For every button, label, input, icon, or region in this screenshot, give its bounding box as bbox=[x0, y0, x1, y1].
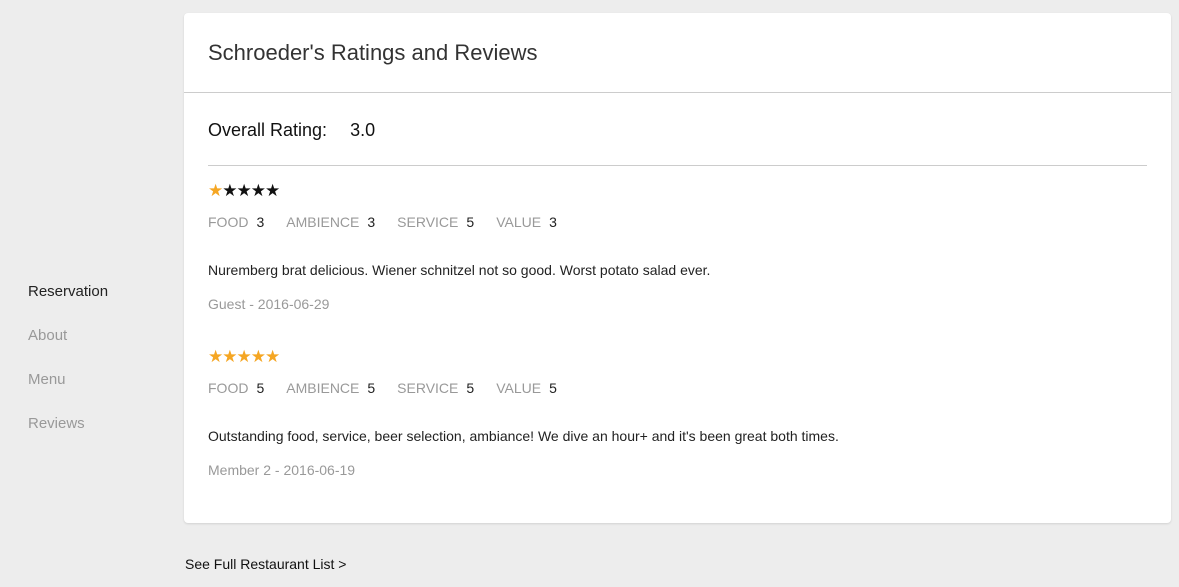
rating-value-label: VALUE bbox=[496, 214, 542, 230]
nav-menu[interactable]: Menu bbox=[28, 371, 108, 415]
rating-value-label: VALUE bbox=[496, 380, 542, 396]
star-icon: ★ bbox=[236, 347, 252, 366]
review-text: Outstanding food, service, beer selectio… bbox=[208, 428, 839, 444]
review-author-date: Guest - 2016-06-29 bbox=[208, 296, 330, 312]
review-item: ★★★★★ FOOD 5 AMBIENCE 5 SERVICE 5 VALUE 5 Outstan… bbox=[208, 332, 1147, 498]
star-icon: ★ bbox=[222, 347, 237, 366]
card-header: Schroeder's Ratings and Reviews bbox=[184, 13, 1171, 93]
rating-ambience: AMBIENCE 5 bbox=[286, 380, 375, 396]
star-rating: ★★★★★ bbox=[208, 347, 1147, 367]
sidebar-nav: Reservation About Menu Reviews bbox=[28, 283, 108, 459]
overall-rating: Overall Rating: 3.0 bbox=[208, 93, 1147, 166]
star-icon: ★ bbox=[236, 181, 252, 200]
rating-service-label: SERVICE bbox=[397, 214, 459, 230]
rating-food-value: 3 bbox=[256, 214, 265, 230]
review-author-date: Member 2 - 2016-06-19 bbox=[208, 462, 356, 478]
rating-food-label: FOOD bbox=[208, 380, 249, 396]
rating-ambience-label: AMBIENCE bbox=[286, 380, 360, 396]
rating-food-value: 5 bbox=[256, 380, 265, 396]
rating-value: VALUE 5 bbox=[496, 380, 557, 396]
rating-value-value: 3 bbox=[549, 214, 557, 230]
rating-food-label: FOOD bbox=[208, 214, 249, 230]
star-icon: ★ bbox=[250, 347, 266, 366]
star-icon: ★ bbox=[208, 181, 223, 200]
see-full-restaurant-list-link[interactable]: See Full Restaurant List > bbox=[185, 556, 346, 572]
review-text: Nuremberg brat delicious. Wiener schnitz… bbox=[208, 262, 711, 278]
rating-value: VALUE 3 bbox=[496, 214, 557, 230]
rating-ambience-label: AMBIENCE bbox=[286, 214, 360, 230]
page-title: Schroeder's Ratings and Reviews bbox=[208, 40, 538, 65]
reviews-card: Schroeder's Ratings and Reviews Overall … bbox=[184, 13, 1171, 523]
rating-ambience-value: 3 bbox=[367, 214, 376, 230]
star-icon: ★ bbox=[250, 181, 266, 200]
rating-ambience-value: 5 bbox=[367, 380, 376, 396]
rating-value-value: 5 bbox=[549, 380, 557, 396]
category-ratings: FOOD 5 AMBIENCE 5 SERVICE 5 VALUE 5 bbox=[208, 380, 1147, 400]
star-icon: ★ bbox=[208, 347, 223, 366]
rating-service: SERVICE 5 bbox=[397, 214, 474, 230]
rating-service-value: 5 bbox=[466, 214, 475, 230]
rating-food: FOOD 3 bbox=[208, 214, 264, 230]
nav-about[interactable]: About bbox=[28, 327, 108, 371]
review-item: ★★★★★ FOOD 3 AMBIENCE 3 SERVICE 5 VALUE 3 Nurembe… bbox=[208, 166, 1147, 332]
rating-service-label: SERVICE bbox=[397, 380, 459, 396]
category-ratings: FOOD 3 AMBIENCE 3 SERVICE 5 VALUE 3 bbox=[208, 214, 1147, 234]
rating-ambience: AMBIENCE 3 bbox=[286, 214, 375, 230]
star-icon: ★ bbox=[265, 181, 280, 200]
star-icon: ★ bbox=[265, 347, 280, 366]
rating-service-value: 5 bbox=[466, 380, 475, 396]
overall-rating-value: 3.0 bbox=[350, 120, 376, 140]
star-rating: ★★★★★ bbox=[208, 181, 1147, 201]
rating-service: SERVICE 5 bbox=[397, 380, 474, 396]
overall-rating-label: Overall Rating: bbox=[208, 120, 328, 140]
nav-reservation[interactable]: Reservation bbox=[28, 283, 108, 327]
star-icon: ★ bbox=[222, 181, 237, 200]
nav-reviews[interactable]: Reviews bbox=[28, 415, 108, 459]
rating-food: FOOD 5 bbox=[208, 380, 264, 396]
